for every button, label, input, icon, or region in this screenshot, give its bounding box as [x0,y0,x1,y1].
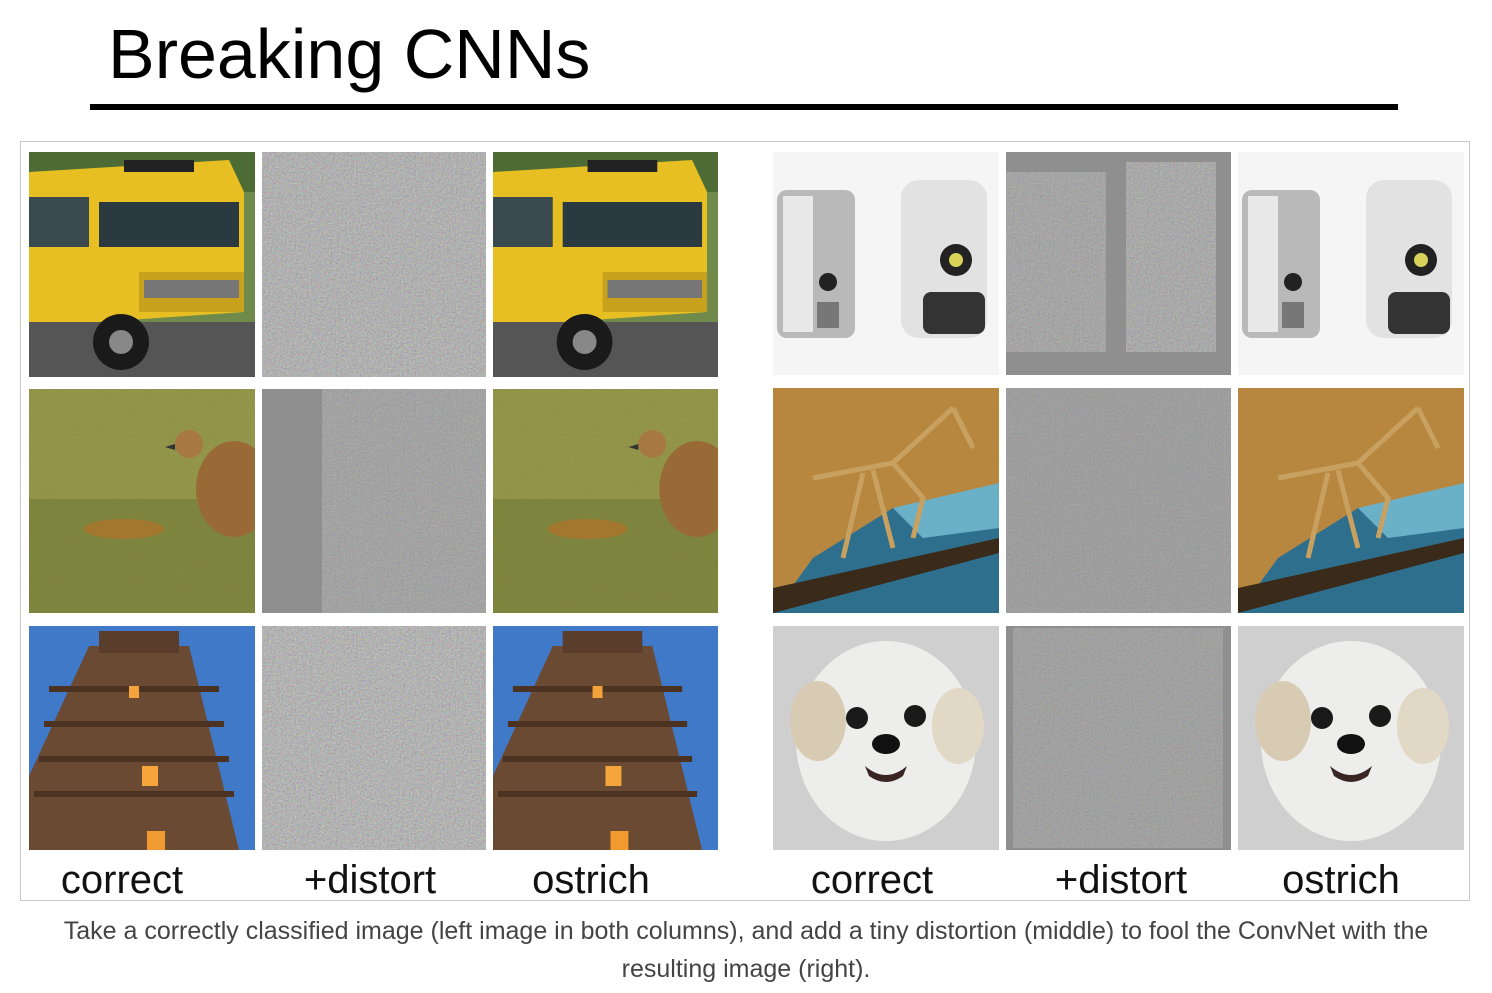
school-bus-adversarial-photo [493,152,718,377]
caption-line-2: resulting image (right). [621,955,871,983]
distortion-noise-panel [1006,152,1231,375]
column-label-distort-left: +distort [303,858,437,902]
caption-line-1: Take a correctly classified image (left … [63,917,1429,945]
distortion-noise-panel [262,626,486,850]
slide-title: Breaking CNNs [108,15,591,93]
mantis-adversarial-photo [1238,388,1464,613]
column-label-ostrich-right: ostrich [1282,858,1400,902]
school-bus-photo [29,152,255,377]
distortion-noise-panel [1006,388,1231,613]
dog-adversarial-photo [1238,626,1464,850]
distortion-noise-panel [262,389,486,613]
distortion-noise-panel [262,152,486,377]
distortion-noise-panel [1006,626,1231,850]
bird-photo [29,389,255,613]
figure-caption: Take a correctly classified image (left … [0,912,1492,988]
dog-photo [773,626,999,850]
bird-adversarial-photo [493,389,718,613]
column-label-correct-left: correct [60,858,184,902]
column-label-ostrich-left: ostrich [532,858,650,902]
dispenser-photo [773,152,999,375]
column-label-correct-right: correct [810,858,934,902]
dispenser-adversarial-photo [1238,152,1464,375]
mantis-photo [773,388,999,613]
temple-photo [29,626,255,850]
title-underline [90,104,1398,110]
temple-adversarial-photo [493,626,718,850]
column-label-distort-right: +distort [1054,858,1188,902]
